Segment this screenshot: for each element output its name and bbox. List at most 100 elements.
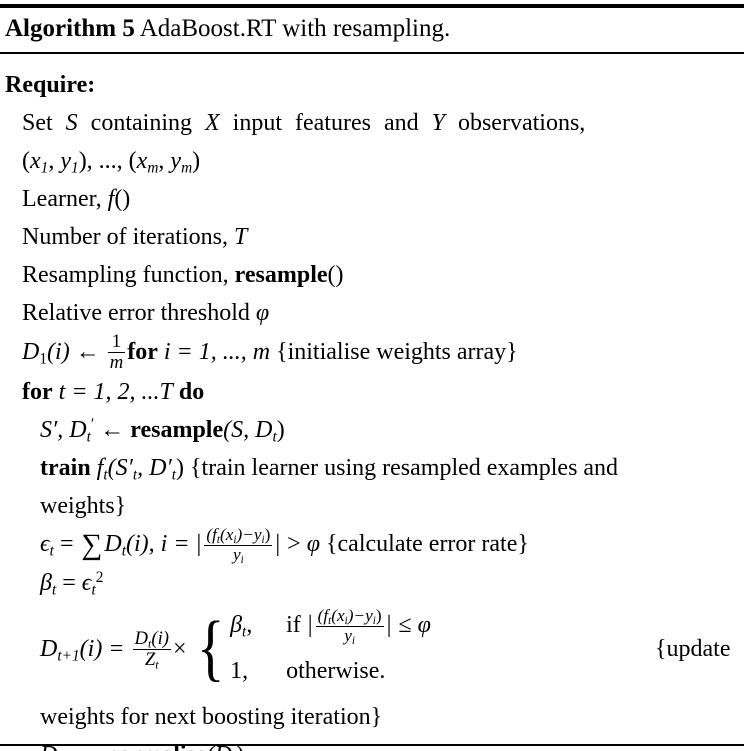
error-equals: = (53, 531, 80, 558)
error-greater-than: > (281, 531, 307, 558)
train-keyword: train (40, 455, 91, 482)
resample-call-args: (S, D (223, 417, 273, 444)
update-num-D: D (134, 627, 149, 649)
beta-symbol: β (40, 570, 52, 597)
update-case-false: 1, otherwise. (230, 648, 431, 694)
pairs-close: ) (192, 148, 201, 174)
beta-epsilon: ϵ (81, 570, 92, 597)
resampling-label: Resampling function, (22, 262, 235, 288)
init-arrow: ← (75, 339, 100, 366)
line-sample-pairs: (x1, y1), ..., (xm, ym) (0, 142, 744, 180)
error-num-f: (f (206, 525, 217, 545)
error-fraction-numerator: (ft(xi)−yi) (204, 525, 273, 546)
pairs-ym: y (170, 148, 182, 174)
error-D: D (104, 531, 122, 558)
update-case1-den-y: y (344, 625, 352, 645)
learner-label: Learner, (22, 186, 108, 212)
line-error-rate: ϵt = ∑Dt(i), i = | (ft(xi)−yi) yi | > φ {ca… (0, 525, 744, 565)
train-args: (S′ (107, 455, 133, 482)
set-word: Set (22, 110, 53, 136)
update-case1-comma: , (246, 612, 253, 639)
update-case2-value: 1, (230, 658, 249, 685)
update-case1-fraction: (ft(xi)−yi) yi (315, 605, 384, 647)
set-features: features (295, 110, 371, 136)
update-comment-right: {update (655, 636, 731, 663)
left-curly-brace-icon: { (196, 606, 225, 689)
line-learner: Learner, f() (0, 180, 744, 218)
update-case1-value: βt, (230, 602, 286, 648)
init-fraction-denominator: m (109, 352, 124, 374)
update-case1-leq: ≤ (392, 612, 418, 639)
set-symbol-Y: Y (431, 110, 445, 136)
line-update-comment-cont: weights for next boosting iteration} (0, 698, 744, 736)
line-resampling-function: Resampling function, resample() (0, 256, 744, 294)
init-D: D (22, 339, 40, 366)
init-D-sub: 1 (39, 350, 48, 368)
update-num-arg: (i) (151, 627, 170, 649)
error-num-x: (x (219, 525, 234, 545)
update-D-arg: (i) = (79, 635, 131, 662)
title-rule (0, 52, 744, 54)
set-symbol-S: S (65, 110, 78, 136)
resample-call-name: resample (130, 417, 224, 444)
init-D-arg: (i) (47, 339, 70, 366)
update-D-sub: t+1 (57, 647, 80, 665)
init-fraction-numerator: 1 (107, 331, 126, 354)
line-for-loop: for t = 1, 2, ...T do (0, 373, 744, 411)
pairs-mid: ), ..., ( (78, 148, 137, 174)
error-fraction-denominator: yi (204, 545, 272, 565)
pairs-open: ( (22, 148, 30, 174)
do-keyword: do (178, 379, 205, 406)
train-comment-first: {train learner using resampled examples … (190, 455, 619, 482)
require-label: Require: (5, 72, 96, 98)
for-range: t = 1, 2, ...T (58, 379, 173, 406)
init-fraction: 1m (107, 331, 126, 374)
update-cases: βt, if | (ft(xi)−yi) yi | ≤ φ 1, otherwise. (230, 602, 431, 694)
line-threshold: Relative error threshold φ (0, 294, 744, 332)
update-case1-if: if (286, 612, 307, 639)
pairs-x1: x (30, 148, 41, 174)
init-comment: {initialise weights array} (276, 339, 518, 366)
error-num-minus-y: )−y (236, 525, 262, 545)
pairs-y1-sub: 1 (71, 159, 79, 177)
algorithm-title: Algorithm 5 AdaBoost.RT with resampling. (5, 12, 450, 46)
bottom-rule (0, 744, 744, 746)
update-case2-text: otherwise. (286, 658, 386, 685)
update-times-icon: × (173, 635, 187, 662)
algorithm-block: Algorithm 5 AdaBoost.RT with resampling.… (0, 0, 744, 751)
update-case1-den-y-sub: i (351, 634, 355, 647)
resample-call-args-close: ) (276, 417, 285, 444)
algorithm-name: AdaBoost.RT with resampling. (139, 15, 451, 42)
train-args-close: ) (176, 455, 185, 482)
update-case1-num-f: (f (317, 605, 329, 625)
resample-arrow: ← (100, 417, 125, 444)
update-case1-fraction-denominator: yi (316, 625, 384, 647)
resample-lhs-S: S′, (40, 417, 70, 444)
update-fraction-numerator: Dt(i) (132, 627, 172, 650)
update-case1-fraction-numerator: (ft(xi)−yi) (315, 605, 384, 627)
line-iterations: Number of iterations, T (0, 218, 744, 256)
resample-parens: () (327, 262, 344, 288)
line-weight-update: Dt+1(i) = Dt(i) Zt ×{ βt, if | (ft(xi)−yi) yi… (0, 602, 744, 698)
pairs-comma2: , (158, 148, 171, 174)
algorithm-body: Require: Set Scontaining Xinput features and… (0, 66, 744, 751)
update-case1-num-close: ) (375, 605, 382, 625)
update-case1-phi: φ (417, 612, 431, 639)
algorithm-number: Algorithm 5 (5, 15, 135, 42)
for-keyword: for (22, 379, 53, 406)
set-symbol-X: X (204, 110, 220, 136)
error-epsilon: ϵ (40, 531, 50, 558)
iterations-label: Number of iterations, (22, 224, 234, 250)
error-abs-open: | (196, 531, 202, 558)
beta-epsilon-sup: 2 (95, 569, 104, 587)
update-case1-abs-open: | (307, 612, 313, 639)
resample-lhs-D: D (69, 417, 87, 444)
update-lhs: Dt+1(i) = Dt(i) Zt × (40, 627, 187, 670)
learner-parens: () (114, 186, 131, 212)
iterations-symbol-T: T (233, 224, 248, 250)
train-comment-second: weights} (40, 493, 127, 520)
require-label-line: Require: (0, 66, 744, 104)
update-fraction-denominator: Zt (133, 649, 172, 670)
update-D: D (40, 635, 58, 662)
top-rule (0, 4, 744, 8)
